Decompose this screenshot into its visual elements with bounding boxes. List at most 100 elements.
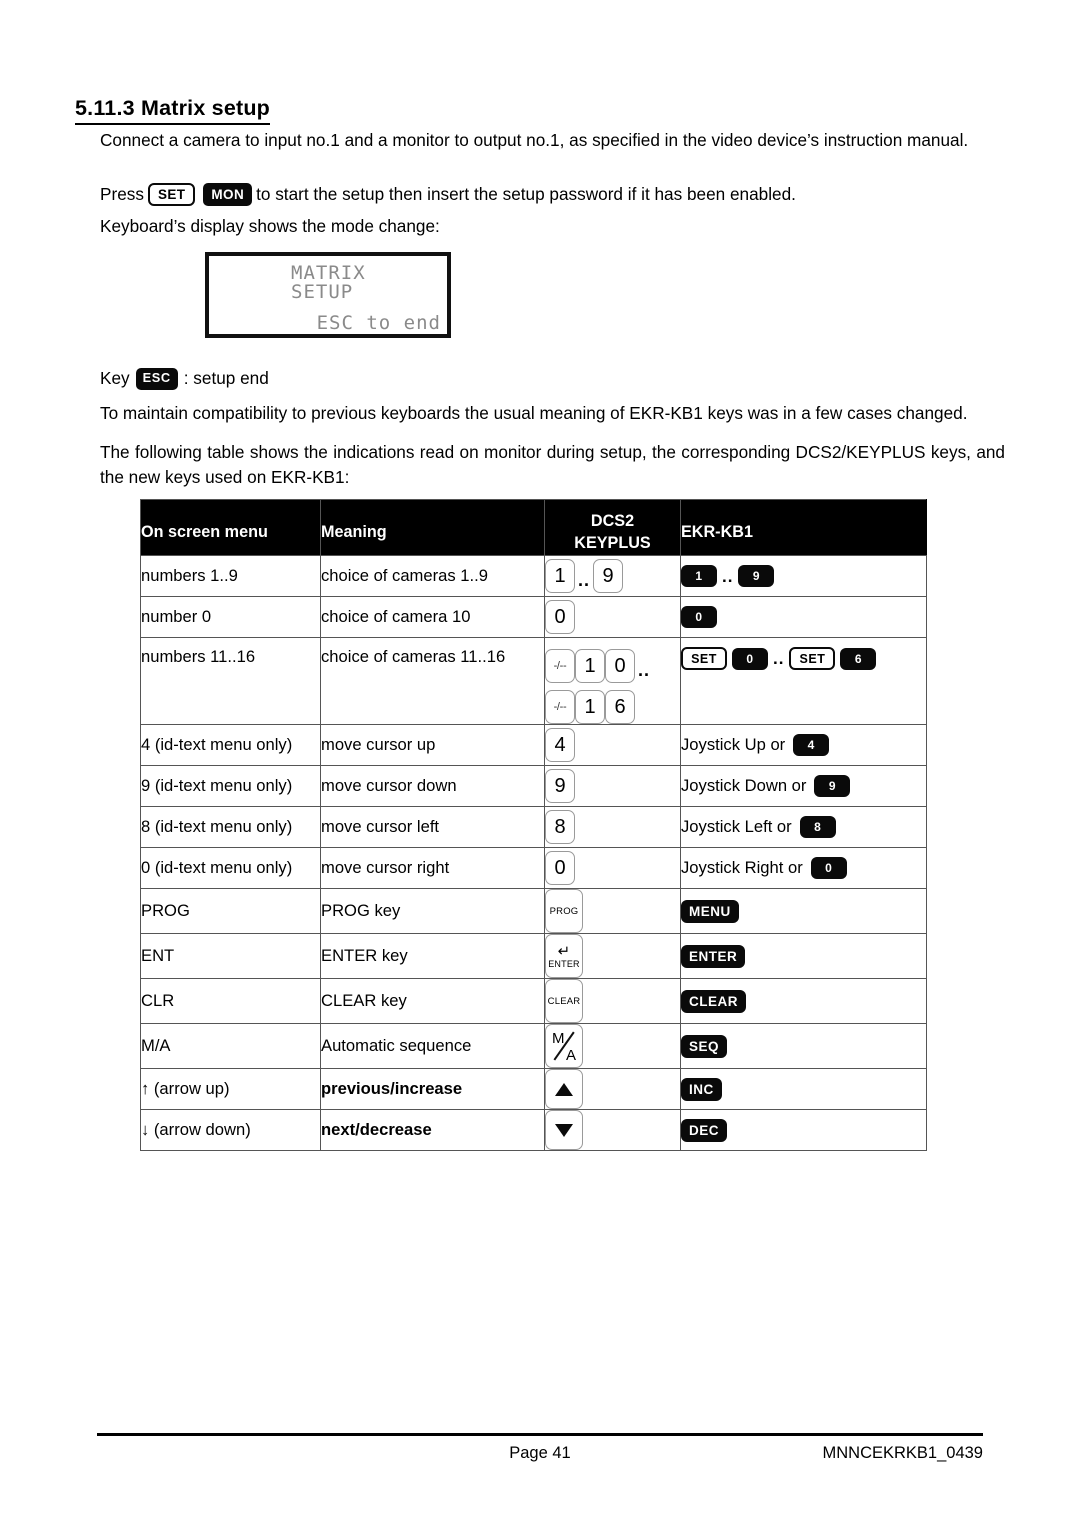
table-row: ↑ (arrow up) previous/increase INC bbox=[140, 1068, 927, 1110]
cell-ekr: Joystick Right or 0 bbox=[680, 847, 927, 889]
cell-menu: M/A bbox=[140, 1023, 321, 1069]
ekr-key-4: 4 bbox=[793, 734, 830, 756]
key-mapping-table-wrapper: On screen menu Meaning DCS2 KEYPLUS EKR-… bbox=[140, 499, 927, 1151]
ekr-key-6: 6 bbox=[840, 647, 877, 670]
dcs2-manual-auto-key: M A bbox=[545, 1024, 583, 1068]
key-mapping-table: On screen menu Meaning DCS2 KEYPLUS EKR-… bbox=[140, 499, 927, 1151]
ekr-inc-key: INC bbox=[681, 1077, 722, 1101]
ekr-menu-key: MENU bbox=[681, 899, 739, 923]
press-prefix-text: Press bbox=[100, 184, 144, 204]
cell-meaning: CLEAR key bbox=[320, 978, 545, 1024]
document-page: 5.11.3 Matrix setup Connect a camera to … bbox=[0, 0, 1080, 1528]
dcs2-key-dash: -/-- bbox=[545, 690, 575, 724]
header-keyplus-label: KEYPLUS bbox=[574, 533, 651, 552]
cell-meaning: move cursor right bbox=[320, 847, 545, 889]
lcd-line-3: ESC to end bbox=[316, 312, 441, 334]
table-row: 4 (id-text menu only) move cursor up 4 J… bbox=[140, 724, 927, 766]
cell-dcs2: 1 .. 9 bbox=[544, 555, 681, 597]
dcs2-arrow-up-key bbox=[545, 1069, 583, 1109]
press-instruction-line: Press SET MON to start the setup then in… bbox=[100, 182, 1005, 207]
table-intro-paragraph: The following table shows the indication… bbox=[100, 442, 1005, 488]
auto-label: A bbox=[565, 1047, 576, 1064]
dcs2-key-1: 1 bbox=[575, 649, 605, 683]
ekr-key-9: 9 bbox=[738, 565, 775, 587]
mon-key-icon: MON bbox=[203, 183, 253, 207]
cell-dcs2: ↵ ENTER bbox=[544, 933, 681, 979]
cell-dcs2: CLEAR bbox=[544, 978, 681, 1024]
cell-ekr: Joystick Up or 4 bbox=[680, 724, 927, 766]
cell-menu: PROG bbox=[140, 888, 321, 934]
header-ekr-kb1: EKR-KB1 bbox=[680, 499, 927, 556]
range-separator: .. bbox=[638, 660, 651, 680]
compatibility-paragraph: To maintain compatibility to previous ke… bbox=[100, 403, 968, 423]
dcs2-key-0: 0 bbox=[605, 649, 635, 683]
cell-meaning: choice of camera 10 bbox=[320, 596, 545, 638]
cell-dcs2 bbox=[544, 1068, 681, 1110]
set-key-icon: SET bbox=[147, 183, 196, 207]
cell-menu: 8 (id-text menu only) bbox=[140, 806, 321, 848]
footer-divider bbox=[97, 1433, 983, 1436]
display-note: Keyboard’s display shows the mode change… bbox=[100, 216, 440, 236]
dcs2-key-0: 0 bbox=[545, 851, 575, 885]
footer-document-code: MNNCEKRKB1_0439 bbox=[822, 1444, 984, 1462]
ekr-key-8: 8 bbox=[799, 816, 836, 838]
ekr-set-key: SET bbox=[681, 647, 727, 670]
header-meaning: Meaning bbox=[320, 499, 545, 556]
ekr-key-0: 0 bbox=[732, 647, 768, 670]
joystick-up-label: Joystick Up or bbox=[681, 735, 786, 754]
cell-ekr: DEC bbox=[680, 1109, 927, 1151]
cell-dcs2: PROG bbox=[544, 888, 681, 934]
cell-menu: CLR bbox=[140, 978, 321, 1024]
ekr-key-9: 9 bbox=[814, 775, 851, 797]
dcs2-key-9: 9 bbox=[593, 559, 624, 593]
dcs2-key-1: 1 bbox=[545, 559, 575, 593]
cell-menu: 9 (id-text menu only) bbox=[140, 765, 321, 807]
key-prefix-text: Key bbox=[100, 368, 130, 388]
table-row: 9 (id-text menu only) move cursor down 9… bbox=[140, 765, 927, 807]
header-on-screen-menu-label: On screen menu bbox=[141, 523, 268, 541]
triangle-down-icon bbox=[555, 1123, 573, 1137]
esc-key-line: Key ESC : setup end bbox=[100, 366, 1005, 391]
ekr-key-1: 1 bbox=[681, 565, 717, 587]
range-separator: .. bbox=[773, 649, 785, 668]
ekr-dec-key: DEC bbox=[681, 1118, 728, 1142]
table-row: CLR CLEAR key CLEAR CLEAR bbox=[140, 978, 927, 1024]
table-row: M/A Automatic sequence M A SEQ bbox=[140, 1023, 927, 1069]
cell-meaning: move cursor down bbox=[320, 765, 545, 807]
cell-meaning: choice of cameras 11..16 bbox=[320, 637, 545, 725]
joystick-right-label: Joystick Right or bbox=[681, 858, 803, 877]
triangle-up-icon bbox=[555, 1082, 573, 1096]
cell-menu: numbers 1..9 bbox=[140, 555, 321, 597]
ekr-key-0: 0 bbox=[810, 857, 847, 879]
cell-meaning: previous/increase bbox=[320, 1068, 545, 1110]
cell-ekr: 1 .. 9 bbox=[680, 555, 927, 597]
cell-meaning: next/decrease bbox=[320, 1109, 545, 1151]
cell-meaning: move cursor left bbox=[320, 806, 545, 848]
range-separator: .. bbox=[722, 566, 734, 586]
dcs2-key-1: 1 bbox=[575, 690, 605, 724]
lcd-line-2: SETUP bbox=[291, 281, 354, 303]
cell-ekr: 0 bbox=[680, 596, 927, 638]
cell-meaning: choice of cameras 1..9 bbox=[320, 555, 545, 597]
cell-menu: 0 (id-text menu only) bbox=[140, 847, 321, 889]
cell-meaning: ENTER key bbox=[320, 933, 545, 979]
cell-dcs2: 8 bbox=[544, 806, 681, 848]
cell-menu: number 0 bbox=[140, 596, 321, 638]
cell-menu: ↑ (arrow up) bbox=[140, 1068, 321, 1110]
dcs2-prog-key: PROG bbox=[545, 889, 583, 933]
header-on-screen-menu: On screen menu bbox=[140, 499, 321, 556]
dcs2-key-0: 0 bbox=[545, 600, 575, 634]
cell-ekr: CLEAR bbox=[680, 978, 927, 1024]
joystick-left-label: Joystick Left or bbox=[681, 817, 792, 836]
lcd-display: MATRIX SETUP ESC to end bbox=[205, 252, 451, 338]
dcs2-key-4: 4 bbox=[545, 728, 575, 762]
header-dcs2-keyplus: DCS2 KEYPLUS bbox=[544, 499, 681, 556]
intro-paragraph: Connect a camera to input no.1 and a mon… bbox=[100, 130, 969, 150]
table-row: numbers 11..16 choice of cameras 11..16 … bbox=[140, 637, 927, 725]
dcs2-key-6: 6 bbox=[605, 690, 635, 724]
cell-ekr: MENU bbox=[680, 888, 927, 934]
lcd-screen-content: MATRIX SETUP ESC to end bbox=[209, 256, 447, 334]
enter-arrow-icon: ↵ bbox=[557, 942, 571, 960]
cell-menu: 4 (id-text menu only) bbox=[140, 724, 321, 766]
dcs2-enter-label: ENTER bbox=[548, 958, 580, 969]
